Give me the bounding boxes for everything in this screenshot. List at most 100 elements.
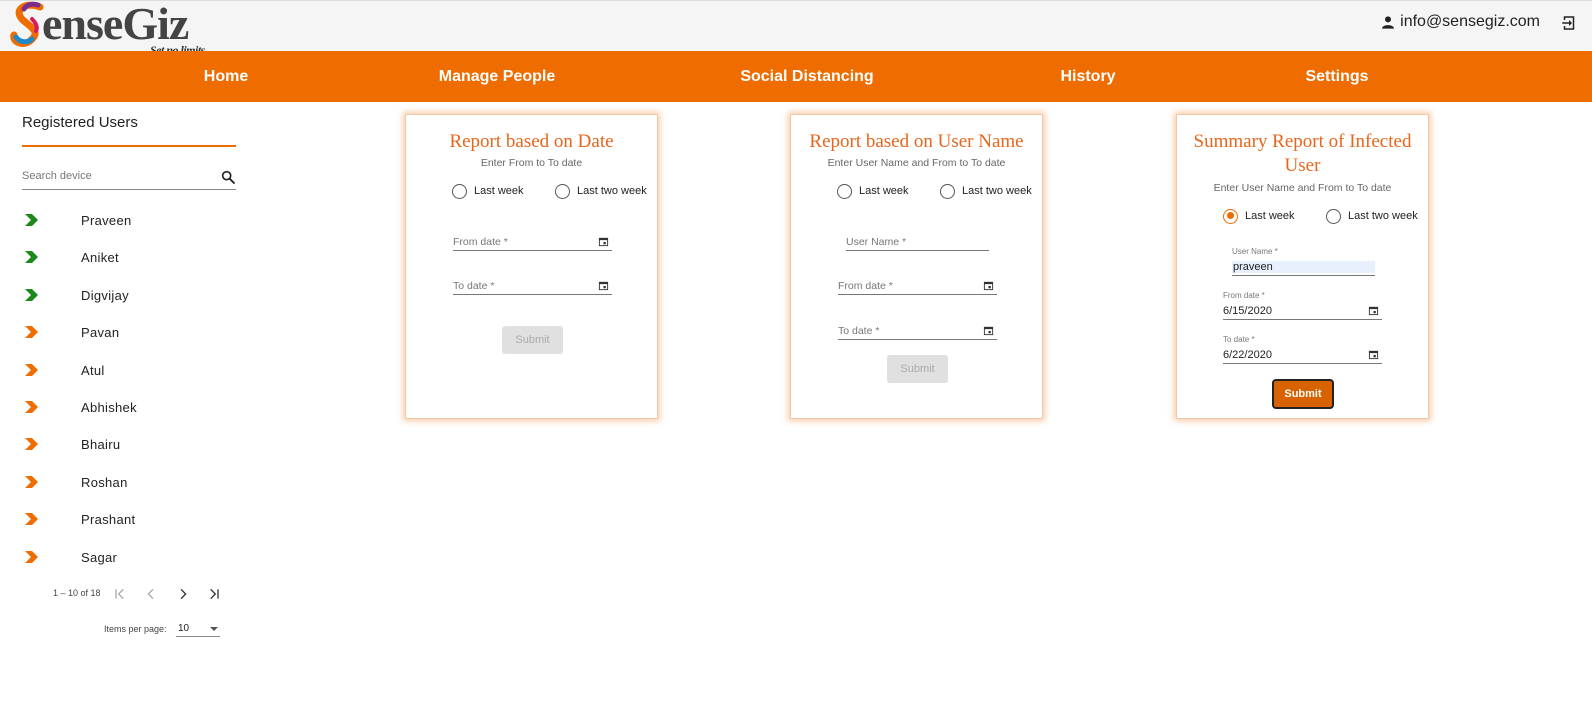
list-item[interactable]: Praveen [22,211,236,231]
calendar-icon[interactable] [983,280,994,291]
calendar-icon[interactable] [983,325,994,336]
user-name-value: praveen [1232,261,1375,273]
calendar-icon[interactable] [598,280,609,291]
logout-icon[interactable] [1560,14,1578,32]
list-item[interactable]: Roshan [22,473,236,493]
top-bar: enseGiz Set no limits. info@sensegiz.com [0,0,1592,57]
user-name: Aniket [81,250,119,266]
chevron-right-icon [25,214,38,226]
card-title-line2: User [1284,155,1321,176]
to-date-field[interactable]: To date * [838,324,997,340]
previous-page-icon[interactable] [143,586,159,602]
user-report-card: Report based on User Name Enter User Nam… [790,114,1043,419]
from-date-placeholder: From date * [838,280,893,292]
list-item[interactable]: Atul [22,361,236,381]
user-name-field[interactable]: User Name * praveen [1232,247,1375,276]
logo-brand-text: enseGiz [42,0,189,49]
user-name: Praveen [81,213,132,228]
radio-label: Last two week [1348,210,1418,222]
user-name-field[interactable]: User Name * [846,235,989,251]
first-page-icon[interactable] [112,586,128,602]
items-per-page-select[interactable]: 10 [176,622,220,637]
next-page-icon[interactable] [175,586,191,602]
search-icon[interactable] [220,169,236,185]
radio-label: Last two week [577,185,647,197]
list-item[interactable]: Prashant [22,510,236,530]
nav-settings[interactable]: Settings [1305,51,1368,102]
dropdown-arrow-icon [210,627,218,631]
chevron-right-icon [25,513,38,526]
list-item[interactable]: Abhishek [22,398,236,418]
calendar-icon[interactable] [1368,305,1379,316]
last-page-icon[interactable] [206,586,222,602]
radio-circle [555,183,570,199]
card-title: Report based on Date [449,131,614,152]
to-date-value: 6/22/2020 [1223,349,1272,361]
items-per-page-label: Items per page: [104,624,167,634]
calendar-icon[interactable] [598,236,609,247]
radio-last-two-week[interactable]: Last two week [940,183,1032,199]
search-input[interactable] [22,170,212,182]
to-date-placeholder: To date * [838,325,880,337]
from-date-placeholder: From date * [453,236,508,248]
radio-last-two-week[interactable]: Last two week [1326,208,1418,224]
list-item[interactable]: Digvijay [22,286,236,306]
from-date-value: 6/15/2020 [1223,305,1272,317]
submit-button[interactable]: Submit [1272,379,1334,409]
user-name: Prashant [81,512,136,528]
card-title: Report based on User Name [809,131,1024,152]
user-name: Bhairu [81,437,121,453]
list-item[interactable]: Bhairu [22,435,236,455]
nav-social-distancing[interactable]: Social Distancing [740,51,873,102]
to-date-field[interactable]: To date * 6/22/2020 [1223,335,1382,364]
radio-last-week[interactable]: Last week [452,183,524,199]
list-item[interactable]: Sagar [22,548,236,568]
card-subtitle: Enter From to To date [480,157,583,169]
radio-circle [452,183,467,199]
nav-manage-people[interactable]: Manage People [439,51,555,102]
to-date-placeholder: To date * [453,280,495,292]
calendar-icon[interactable] [1368,349,1379,360]
paginator: 1 – 10 of 18 [53,588,243,612]
radio-label: Last week [859,185,909,197]
from-date-label: From date * [1223,291,1265,300]
user-name-placeholder: User Name * [846,236,907,248]
radio-label: Last week [1245,210,1295,222]
person-icon [1382,16,1395,29]
radio-last-week[interactable]: Last week [1223,208,1295,224]
radio-last-two-week[interactable]: Last two week [555,183,647,199]
user-email: info@sensegiz.com [1400,13,1540,30]
radio-circle [1326,208,1341,224]
user-name: Atul [81,362,105,378]
user-name: Abhishek [81,400,137,415]
submit-button[interactable]: Submit [502,326,563,354]
card-title-line1: Summary Report of Infected [1193,131,1412,152]
list-item[interactable]: Aniket [22,248,236,268]
paginator-range: 1 – 10 of 18 [53,588,101,598]
radio-label: Last two week [962,185,1032,197]
user-name: Pavan [81,325,120,341]
chevron-right-icon [25,363,38,376]
infected-report-card: Summary Report of Infected User Enter Us… [1176,114,1429,419]
user-name: Roshan [81,474,128,490]
radio-last-week[interactable]: Last week [837,183,909,199]
from-date-field[interactable]: From date * 6/15/2020 [1223,291,1382,320]
radio-circle-selected [1223,208,1238,224]
submit-button[interactable]: Submit [887,355,948,383]
nav-history[interactable]: History [1060,51,1115,102]
from-date-field[interactable]: From date * [453,235,612,251]
chevron-right-icon [25,288,38,301]
card-subtitle: Enter User Name and From to To date [827,157,1006,169]
chevron-right-icon [25,438,38,451]
date-report-card: Report based on Date Enter From to To da… [405,114,658,419]
chevron-right-icon [25,475,38,488]
chevron-right-icon [25,251,38,264]
user-account[interactable]: info@sensegiz.com [1380,13,1540,31]
list-item[interactable]: Pavan [22,323,236,343]
chevron-right-icon [25,401,38,413]
to-date-field[interactable]: To date * [453,279,612,295]
user-name: Digvijay [81,287,129,303]
from-date-field[interactable]: From date * [838,279,997,295]
radio-circle [940,183,955,199]
nav-home[interactable]: Home [204,51,248,102]
